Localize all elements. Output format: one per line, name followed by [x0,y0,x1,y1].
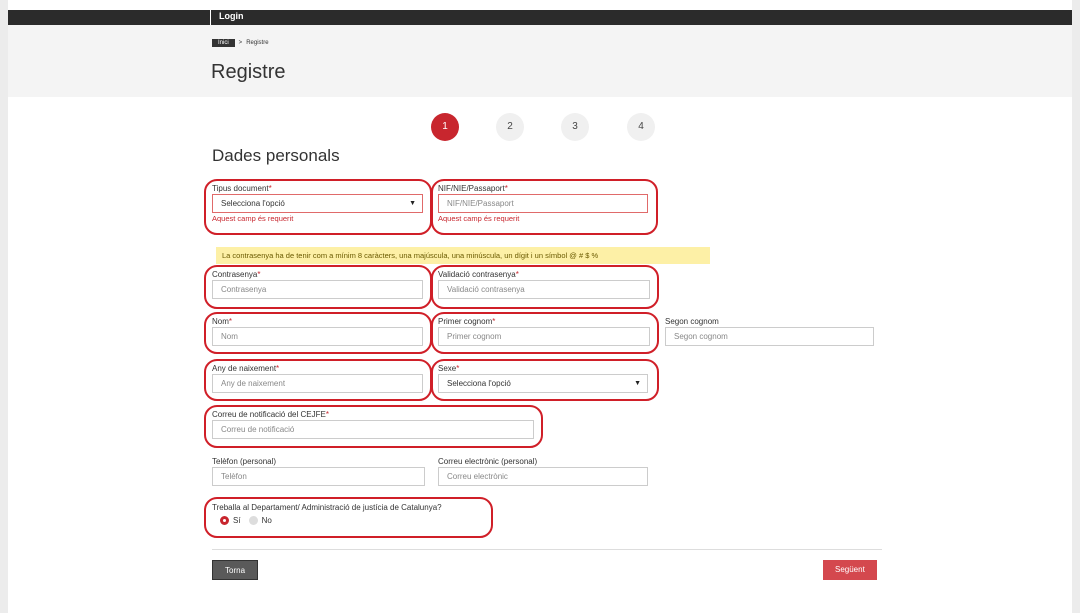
doc-type-error: Aquest camp és requerit [212,214,294,223]
password-confirm-input[interactable]: Validació contrasenya [438,280,650,299]
password-field: Contrasenya* Contrasenya [212,269,423,299]
surname1-input[interactable]: Primer cognom [438,327,650,346]
doc-type-field: Tipus document* Selecciona l'opció Aques… [212,183,423,223]
phone-input[interactable]: Telèfon [212,467,425,486]
birth-year-label: Any de naixement* [212,364,280,373]
radio-no[interactable] [248,516,258,525]
radio-yes-label: Sí [233,516,241,525]
nif-field: NIF/NIE/Passaport* NIF/NIE/Passaport Aqu… [438,183,648,223]
notif-email-label: Correu de notificació del CEJFE* [212,410,329,419]
radio-yes[interactable] [220,516,229,525]
login-link[interactable]: Login [210,10,244,25]
password-label: Contrasenya* [212,270,261,279]
next-button[interactable]: Següent [823,560,877,580]
radio-no-label: No [261,516,272,525]
phone-label: Telèfon (personal) [212,457,277,466]
breadcrumb-home[interactable]: Inici [212,39,235,47]
sex-select[interactable]: Selecciona l'opció [438,374,648,393]
step-4: 4 [627,113,655,141]
works-question-label: Treballa al Departament/ Administració d… [212,503,442,512]
step-3: 3 [561,113,589,141]
notif-email-input[interactable]: Correu de notificació [212,420,534,439]
doc-type-select[interactable]: Selecciona l'opció [212,194,423,213]
birth-year-field: Any de naixement* Any de naixement [212,363,423,393]
surname1-field: Primer cognom* Primer cognom [438,316,650,346]
works-radio-group: Sí No [220,516,272,525]
step-1: 1 [431,113,459,141]
section-title: Dades personals [212,146,340,165]
birth-year-input[interactable]: Any de naixement [212,374,423,393]
password-note: La contrasenya ha de tenir com a mínim 8… [216,247,710,264]
nif-error: Aquest camp és requerit [438,214,520,223]
top-bar: Login [8,10,1072,25]
nif-input[interactable]: NIF/NIE/Passaport [438,194,648,213]
back-button[interactable]: Torna [212,560,259,580]
password-confirm-label: Validació contrasenya* [438,270,519,279]
step-2: 2 [496,113,524,141]
phone-field: Telèfon (personal) Telèfon [212,456,425,486]
surname2-label: Segon cognom [665,317,719,326]
password-input[interactable]: Contrasenya [212,280,423,299]
breadcrumb: Inici > Registre [212,39,269,47]
works-question: Treballa al Departament/ Administració d… [212,502,512,513]
notif-email-field: Correu de notificació del CEJFE* Correu … [212,409,534,439]
surname2-field: Segon cognom Segon cognom [665,316,874,346]
name-label: Nom* [212,317,233,326]
page-title: Registre [211,61,286,83]
name-input[interactable]: Nom [212,327,423,346]
sex-label: Sexe* [438,364,460,373]
step-indicator: 1 2 3 4 [8,113,1072,141]
form-divider [212,549,882,550]
email-label: Correu electrònic (personal) [438,457,538,466]
surname1-label: Primer cognom* [438,317,496,326]
sex-field: Sexe* Selecciona l'opció [438,363,648,393]
doc-type-label: Tipus document* [212,184,272,193]
breadcrumb-separator: > [238,40,243,46]
name-field: Nom* Nom [212,316,423,346]
breadcrumb-current: Registre [246,40,269,46]
nif-label: NIF/NIE/Passaport* [438,184,508,193]
password-confirm-field: Validació contrasenya* Validació contras… [438,269,650,299]
email-input[interactable]: Correu electrònic [438,467,648,486]
page-header: Inici > Registre Registre [8,25,1072,97]
page-frame: Login Inici > Registre Registre 1 2 3 4 … [8,0,1072,613]
surname2-input[interactable]: Segon cognom [665,327,874,346]
email-field: Correu electrònic (personal) Correu elec… [438,456,648,486]
